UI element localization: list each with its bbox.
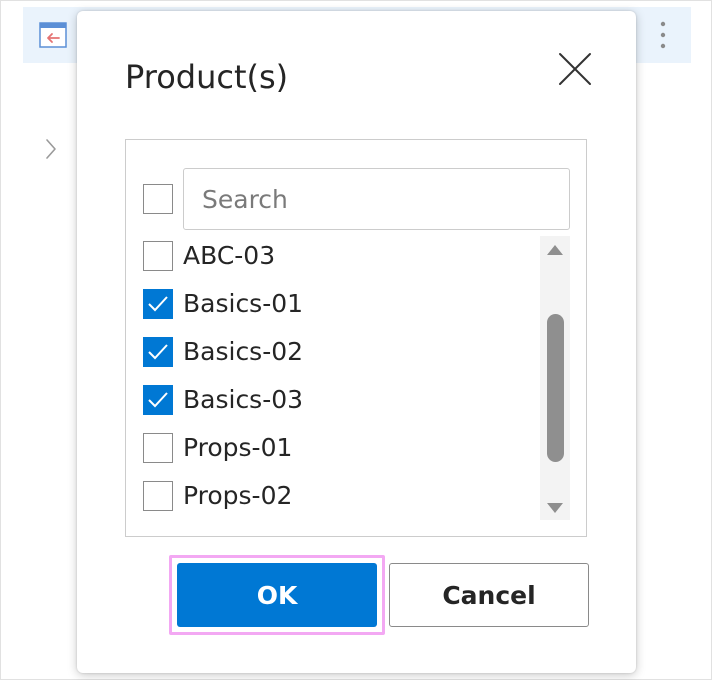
scroll-up-arrow-icon[interactable] xyxy=(546,242,564,256)
panel-back-icon[interactable] xyxy=(39,21,67,49)
option-checkbox[interactable] xyxy=(143,241,173,271)
option-label: Props-02 xyxy=(183,481,293,510)
option-checkbox[interactable] xyxy=(143,385,173,415)
list-item[interactable]: ABC-03 xyxy=(126,234,536,280)
option-checkbox[interactable] xyxy=(143,337,173,367)
select-all-checkbox[interactable] xyxy=(143,184,173,214)
list-item[interactable]: Basics-01 xyxy=(126,282,536,328)
list-scrollbar[interactable] xyxy=(540,236,570,520)
checkmark-icon xyxy=(148,392,168,408)
list-item[interactable]: Basics-02 xyxy=(126,330,536,376)
options-list: ABC-03 Basics-01 Basics-02 Basics-03 Pro… xyxy=(126,234,536,522)
list-item[interactable]: Props-01 xyxy=(126,426,536,472)
list-item[interactable]: Basics-03 xyxy=(126,378,536,424)
close-icon xyxy=(559,53,591,85)
close-button[interactable] xyxy=(552,46,598,92)
dialog-title: Product(s) xyxy=(125,58,289,96)
more-vertical-icon[interactable] xyxy=(653,19,673,53)
option-checkbox[interactable] xyxy=(143,433,173,463)
option-label: Basics-01 xyxy=(183,289,304,318)
product-list-box: ABC-03 Basics-01 Basics-02 Basics-03 xyxy=(125,139,587,537)
checkmark-icon xyxy=(148,296,168,312)
chevron-right-icon[interactable] xyxy=(41,137,61,161)
option-label: Basics-03 xyxy=(183,385,304,414)
scroll-down-arrow-icon[interactable] xyxy=(546,500,564,514)
list-item[interactable]: Props-02 xyxy=(126,474,536,520)
search-input[interactable] xyxy=(183,168,570,230)
ok-button[interactable]: OK xyxy=(177,563,377,627)
products-dialog: Product(s) ABC-03 Basics-01 xyxy=(77,11,636,673)
option-checkbox[interactable] xyxy=(143,289,173,319)
checkmark-icon xyxy=(148,344,168,360)
option-label: ABC-03 xyxy=(183,241,276,270)
option-label: Basics-02 xyxy=(183,337,304,366)
option-label: Props-01 xyxy=(183,433,293,462)
scroll-thumb[interactable] xyxy=(547,314,564,462)
cancel-button[interactable]: Cancel xyxy=(389,563,589,627)
option-checkbox[interactable] xyxy=(143,481,173,511)
